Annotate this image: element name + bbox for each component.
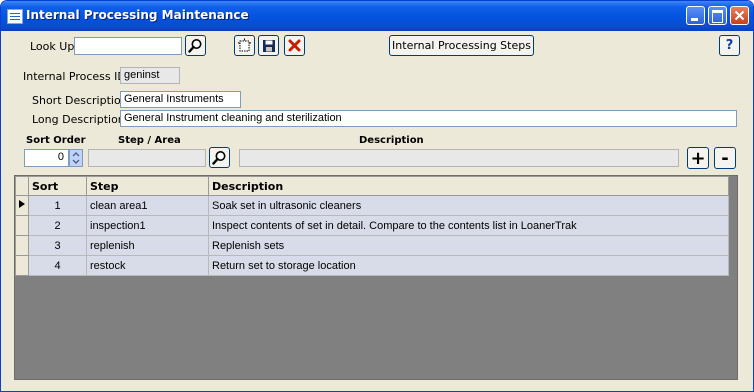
column-header-description[interactable]: Description: [208, 176, 729, 196]
table-row[interactable]: 2 inspection1 Inspect contents of set in…: [15, 215, 729, 236]
cell-step: replenish: [86, 235, 209, 256]
short-description-label: Short Description: [32, 94, 128, 107]
process-id-field: geninst: [120, 67, 180, 84]
short-description-field[interactable]: General Instruments: [120, 91, 241, 108]
minimize-button[interactable]: [686, 6, 705, 25]
title-bar[interactable]: Internal Processing Maintenance: [1, 1, 753, 31]
cell-sort: 1: [28, 195, 87, 216]
row-selector-header: [15, 176, 29, 196]
plus-icon: +: [690, 147, 706, 169]
up-down-spinner-icon: [72, 152, 80, 164]
minus-icon: -: [721, 147, 729, 169]
column-header-sort[interactable]: Sort: [28, 176, 87, 196]
sort-order-header: Sort Order: [26, 135, 86, 146]
magnifier-icon: [212, 151, 226, 165]
lookup-button[interactable]: [185, 35, 206, 56]
row-selector[interactable]: [15, 195, 29, 216]
lookup-label: Look Up: [30, 40, 75, 53]
magnifier-icon: [188, 39, 202, 53]
lookup-input[interactable]: [74, 37, 182, 55]
red-x-delete-icon: [288, 39, 301, 52]
cell-step: restock: [86, 255, 209, 276]
minimize-icon: [691, 18, 698, 21]
add-step-button[interactable]: +: [687, 147, 709, 169]
help-icon: ?: [725, 38, 734, 53]
step-lookup-button[interactable]: [209, 147, 230, 168]
long-description-field[interactable]: General Instrument cleaning and steriliz…: [120, 110, 737, 127]
cell-description: Soak set in ultrasonic cleaners: [208, 195, 729, 216]
help-button[interactable]: ?: [719, 35, 740, 56]
table-row[interactable]: 1 clean area1 Soak set in ultrasonic cle…: [15, 195, 729, 216]
internal-processing-steps-label: Internal Processing Steps: [392, 39, 531, 52]
sort-order-input[interactable]: 0: [24, 149, 69, 167]
row-selector[interactable]: [15, 215, 29, 236]
description-header: Description: [359, 135, 424, 146]
close-button[interactable]: [730, 6, 749, 25]
maximize-button[interactable]: [708, 6, 727, 25]
cell-step: inspection1: [86, 215, 209, 236]
internal-processing-steps-button[interactable]: Internal Processing Steps: [389, 35, 534, 56]
steps-table: Sort Step Description 1 clean area1 Soak…: [15, 176, 729, 276]
table-row[interactable]: 3 replenish Replenish sets: [15, 235, 729, 256]
process-id-label: Internal Process ID: [23, 70, 126, 83]
window-app-icon: [7, 9, 23, 24]
window-title: Internal Processing Maintenance: [26, 8, 249, 22]
cell-step: clean area1: [86, 195, 209, 216]
cell-sort: 3: [28, 235, 87, 256]
cell-description: Replenish sets: [208, 235, 729, 256]
row-selector[interactable]: [15, 255, 29, 276]
main-window: Internal Processing Maintenance Look Up: [0, 0, 754, 392]
grid-header-row: Sort Step Description: [15, 176, 729, 196]
cell-sort: 2: [28, 215, 87, 236]
new-record-button[interactable]: [234, 35, 255, 56]
long-description-label: Long Description: [32, 113, 125, 126]
table-row[interactable]: 4 restock Return set to storage location: [15, 255, 729, 276]
remove-step-button[interactable]: -: [714, 147, 736, 169]
cell-description: Return set to storage location: [208, 255, 729, 276]
step-area-field[interactable]: [88, 149, 206, 167]
row-selector[interactable]: [15, 235, 29, 256]
steps-grid[interactable]: Sort Step Description 1 clean area1 Soak…: [14, 175, 738, 380]
maximize-icon: [712, 10, 723, 23]
delete-button[interactable]: [284, 35, 305, 56]
cell-description: Inspect contents of set in detail. Compa…: [208, 215, 729, 236]
floppy-save-icon: [262, 39, 275, 52]
row-pointer-icon: [19, 200, 25, 208]
step-description-field[interactable]: [239, 149, 679, 167]
step-area-header: Step / Area: [118, 135, 181, 146]
close-icon: [734, 10, 745, 21]
sort-order-spinner[interactable]: [69, 149, 83, 167]
column-header-step[interactable]: Step: [86, 176, 209, 196]
save-button[interactable]: [258, 35, 279, 56]
new-record-icon: [237, 38, 252, 52]
cell-sort: 4: [28, 255, 87, 276]
